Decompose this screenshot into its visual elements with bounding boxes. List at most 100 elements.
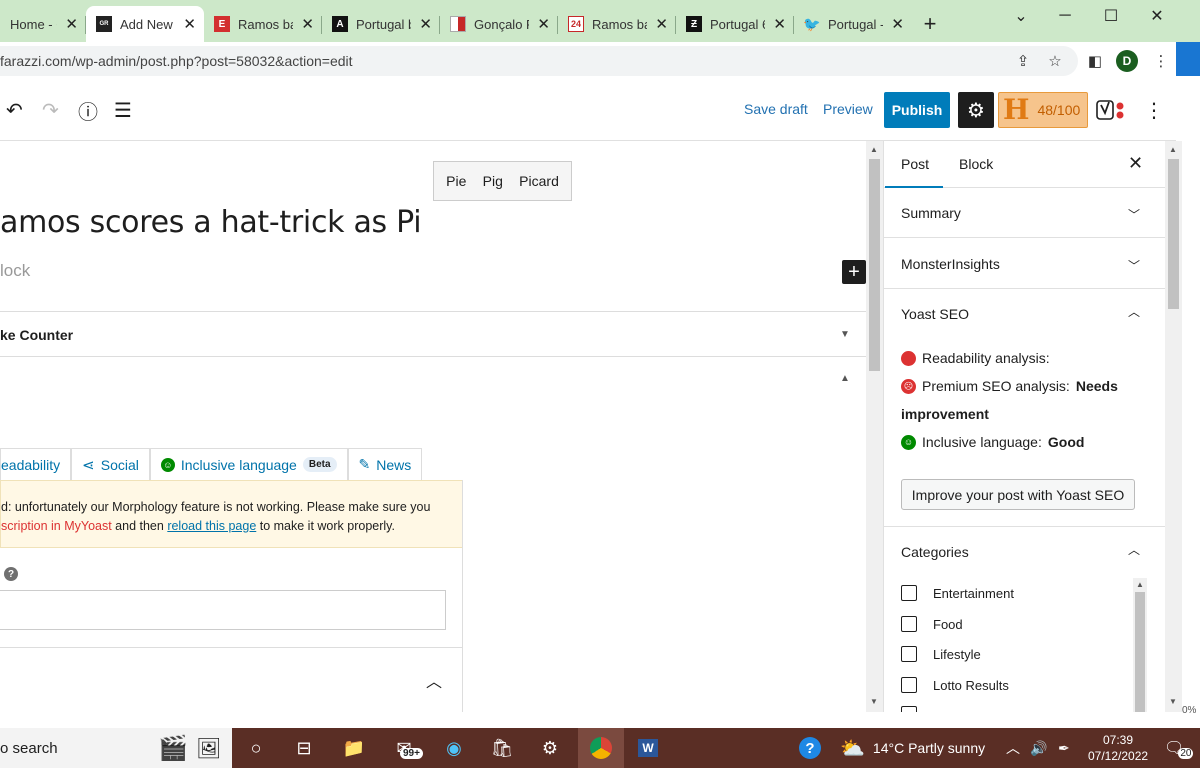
browser-tab-goncalo[interactable]: Gonçalo R ✕ xyxy=(440,6,558,42)
chrome-icon[interactable] xyxy=(578,728,624,768)
scrollbar-thumb[interactable] xyxy=(1135,592,1145,712)
share-icon[interactable]: ⇪ xyxy=(1012,50,1034,72)
improve-post-button[interactable]: Improve your post with Yoast SEO xyxy=(901,479,1135,510)
task-view-icon[interactable]: ⊟ xyxy=(292,736,316,760)
info-icon[interactable]: ⓘ xyxy=(78,98,98,124)
help-icon[interactable]: ? xyxy=(4,567,18,581)
post-title[interactable]: amos scores a hat-trick as Pi xyxy=(0,205,422,240)
checkbox[interactable] xyxy=(901,616,917,632)
weather-widget[interactable]: ⛅ 14°C Partly sunny xyxy=(840,728,985,768)
system-clock[interactable]: 07:39 07/12/2022 xyxy=(1088,732,1148,764)
checkbox[interactable] xyxy=(901,646,917,662)
scroll-up-icon[interactable]: ▲ xyxy=(870,145,878,154)
monsterinsights-panel[interactable]: MonsterInsights ﹀ xyxy=(884,238,1165,289)
omnibox[interactable]: farazzi.com/wp-admin/post.php?post=58032… xyxy=(0,46,1078,76)
word-icon[interactable]: W xyxy=(636,736,660,760)
chevron-down-icon[interactable]: ﹀ xyxy=(1128,257,1140,274)
preview-button[interactable]: Preview xyxy=(823,101,873,117)
publish-button[interactable]: Publish xyxy=(884,92,950,128)
yoast-metabox-panel[interactable]: ▲ xyxy=(0,356,866,402)
tab-inclusive-language[interactable]: ☺ Inclusive language Beta xyxy=(149,448,348,480)
store-icon[interactable]: 🛍 xyxy=(490,736,514,760)
help-icon[interactable]: ? xyxy=(798,736,822,760)
close-tab-icon[interactable]: ✕ xyxy=(773,15,786,33)
side-panel-icon[interactable]: ◧ xyxy=(1084,50,1106,72)
volume-icon[interactable]: 🔊 xyxy=(1030,728,1047,768)
collapsible-section[interactable]: ︿ xyxy=(0,647,463,712)
options-kebab-icon[interactable]: ⋮ xyxy=(1144,98,1164,123)
browser-tab-home[interactable]: Home - C ✕ xyxy=(0,6,86,42)
close-tab-icon[interactable]: ✕ xyxy=(419,15,432,33)
checkbox[interactable] xyxy=(901,706,917,712)
yoast-icon[interactable] xyxy=(1096,98,1128,122)
suggestion-picard[interactable]: Picard xyxy=(519,173,559,189)
scrollbar-thumb[interactable] xyxy=(1168,159,1179,309)
settings-icon[interactable]: ⚙ xyxy=(538,736,562,760)
browser-tab-ramos-2[interactable]: 24 Ramos ba ✕ xyxy=(558,6,676,42)
scrollbar-thumb[interactable] xyxy=(869,159,880,371)
summary-panel[interactable]: Summary ﹀ xyxy=(884,188,1165,238)
task-view-circle-icon[interactable]: ○ xyxy=(244,736,268,760)
browser-tab-ramos-1[interactable]: E Ramos ba ✕ xyxy=(204,6,322,42)
tab-news[interactable]: ✎ News xyxy=(347,448,423,480)
taskbar-search[interactable]: o search 🎬 🖼 xyxy=(0,728,232,768)
scroll-down-icon[interactable]: ▼ xyxy=(1169,697,1177,706)
category-lotto-results[interactable]: Lotto Results xyxy=(901,675,1009,695)
chevron-up-icon[interactable]: ︿ xyxy=(1128,541,1140,558)
browser-menu-icon[interactable]: ⋮ xyxy=(1150,50,1172,72)
browser-tab-portugal-2[interactable]: Ƶ Portugal 6 ✕ xyxy=(676,6,794,42)
caret-up-icon[interactable]: ▲ xyxy=(840,373,850,384)
suggestion-pie[interactable]: Pie xyxy=(446,173,466,189)
category-next[interactable] xyxy=(901,704,917,712)
list-view-icon[interactable]: ☰ xyxy=(114,98,132,122)
edge-browser-icon[interactable]: ◉ xyxy=(442,736,466,760)
category-scrollbar[interactable]: ▲ xyxy=(1133,578,1147,712)
tab-block[interactable]: Block xyxy=(959,156,993,172)
checkbox[interactable] xyxy=(901,677,917,693)
suggestion-pig[interactable]: Pig xyxy=(483,173,503,189)
close-window-icon[interactable]: ✕ xyxy=(1134,0,1180,32)
sidebar-scrollbar[interactable]: ▲ ▼ xyxy=(1165,141,1182,712)
redo-icon[interactable]: ↷ xyxy=(42,98,59,122)
category-entertainment[interactable]: Entertainment xyxy=(901,583,1014,603)
category-lifestyle[interactable]: Lifestyle xyxy=(901,644,981,664)
scroll-up-icon[interactable]: ▲ xyxy=(1169,145,1177,154)
focus-keyphrase-input[interactable] xyxy=(0,590,446,630)
save-draft-button[interactable]: Save draft xyxy=(744,101,808,117)
chevron-up-icon[interactable]: ︿ xyxy=(1128,303,1140,320)
tab-search-icon[interactable]: ⌄ xyxy=(998,0,1044,32)
bookmark-star-icon[interactable]: ☆ xyxy=(1044,50,1066,72)
pen-icon[interactable]: ✒ xyxy=(1058,728,1070,768)
headline-score-button[interactable]: H 48/100 xyxy=(998,92,1088,128)
settings-gear-icon[interactable]: ⚙ xyxy=(958,92,994,128)
checkbox[interactable] xyxy=(901,585,917,601)
close-tab-icon[interactable]: ✕ xyxy=(183,15,196,33)
file-explorer-icon[interactable]: 📁 xyxy=(342,736,366,760)
close-tab-icon[interactable]: ✕ xyxy=(655,15,668,33)
category-food[interactable]: Food xyxy=(901,614,963,634)
maximize-icon[interactable]: ☐ xyxy=(1088,0,1134,32)
browser-tab-portugal-1[interactable]: A Portugal b ✕ xyxy=(322,6,440,42)
notifications-icon[interactable]: 🗨 20 xyxy=(1164,728,1194,768)
canvas-scrollbar[interactable]: ▲ ▼ xyxy=(866,141,883,712)
undo-icon[interactable]: ↶ xyxy=(6,98,23,122)
scroll-down-icon[interactable]: ▼ xyxy=(870,697,878,706)
caret-down-icon[interactable]: ▼ xyxy=(840,329,850,340)
close-tab-icon[interactable]: ✕ xyxy=(301,15,314,33)
chevron-up-icon[interactable]: ︿ xyxy=(426,668,442,692)
fake-counter-panel[interactable]: ke Counter ▼ xyxy=(0,311,866,357)
profile-avatar[interactable]: D xyxy=(1116,50,1138,72)
add-block-button[interactable]: + xyxy=(842,260,866,284)
block-placeholder[interactable]: lock xyxy=(0,261,30,281)
close-tab-icon[interactable]: ✕ xyxy=(65,15,78,33)
tab-social[interactable]: ⋖ Social xyxy=(71,448,150,480)
close-tab-icon[interactable]: ✕ xyxy=(891,15,904,33)
reload-page-link[interactable]: reload this page xyxy=(167,519,256,533)
show-hidden-icons-icon[interactable]: ︿ xyxy=(1006,728,1020,768)
mail-icon[interactable]: ✉ 99+ xyxy=(392,736,423,760)
browser-tab-add-new[interactable]: GR Add New ✕ xyxy=(86,6,204,42)
new-tab-button[interactable]: + xyxy=(912,6,948,42)
chevron-down-icon[interactable]: ﹀ xyxy=(1128,206,1140,223)
scroll-up-icon[interactable]: ▲ xyxy=(1136,580,1144,589)
tab-post[interactable]: Post xyxy=(884,156,944,188)
